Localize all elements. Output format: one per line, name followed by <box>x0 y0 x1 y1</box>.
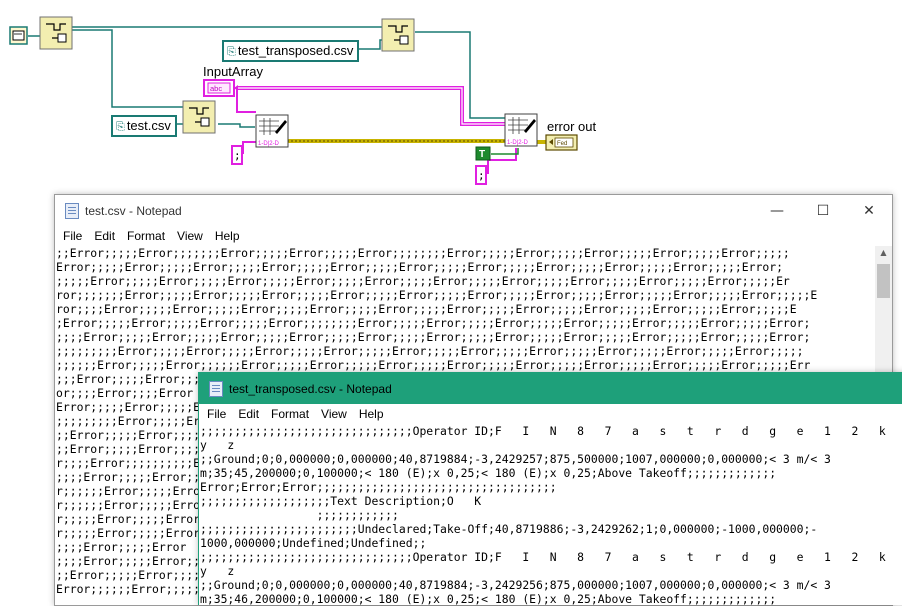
menu-help[interactable]: Help <box>209 229 246 243</box>
delimiter-constant-2[interactable]: ; <box>475 165 487 185</box>
window-title: test_transposed.csv - Notepad <box>229 381 392 396</box>
text-line: m;35;45,200000;0,100000;< 180 (E);x 0,25… <box>200 466 777 480</box>
boolean-true-constant[interactable]: T <box>475 146 491 161</box>
input-array-label: InputArray <box>203 64 263 79</box>
text-line: ;;;;;;Error;;;;;Error;;;;;;Error;;;;;Err… <box>56 358 811 372</box>
maximize-button[interactable]: ☐ <box>800 195 846 226</box>
text-line: ;;Ground;0;0,000000;0,000000;40,8719884;… <box>200 452 831 466</box>
menu-bar: File Edit Format View Help <box>55 226 892 246</box>
path-constant-text: test.csv <box>126 118 171 133</box>
text-line: ;;;;Error;;;;;Error;;;;;Error;;;;;Error;… <box>56 330 811 344</box>
build-path-node-3[interactable] <box>182 100 216 134</box>
svg-text:1-D|2-D: 1-D|2-D <box>507 140 529 146</box>
input-array-terminal[interactable]: abc <box>203 79 238 97</box>
text-editor[interactable]: ;;;;;;;;;;;;;;;;;;;;;;;;;;;;;;;Operator … <box>199 424 902 605</box>
path-constant-transposed[interactable]: ⎘ test_transposed.csv <box>222 40 360 62</box>
text-line: ;;Error;;;;;Error;;;;;;;Error;;;;;Error;… <box>56 246 790 260</box>
text-line: ;;;;;;;;;;;;;;;;;;;;;;;Undeclared;Take-O… <box>200 522 818 536</box>
text-line: ;;;;;;;;;;;;;;;;;;;;;;;;;;;;;;;Operator … <box>200 424 886 438</box>
text-line: ;;;;;Error;;;;;Error;;;;;Error;;;;;Error… <box>56 274 790 288</box>
build-path-node-1[interactable] <box>39 16 73 50</box>
scroll-thumb[interactable] <box>877 264 890 298</box>
window-title: test.csv - Notepad <box>85 203 182 218</box>
svg-text:Fed: Fed <box>557 141 567 147</box>
text-line: Error;;;;;Error;;;;;Error;;;;;Error;;;;;… <box>56 260 783 274</box>
menu-file[interactable]: File <box>201 407 232 421</box>
title-bar[interactable]: test.csv - Notepad — ☐ ✕ <box>55 195 892 226</box>
svg-text:T: T <box>479 149 485 160</box>
menu-file[interactable]: File <box>57 229 88 243</box>
text-line: ror;;;;Error;;;;;Error;;;;;Error;;;;;Err… <box>56 302 797 316</box>
notepad-window-test-transposed[interactable]: test_transposed.csv - Notepad File Edit … <box>198 372 902 605</box>
path-icon: ⎘ <box>116 121 125 133</box>
text-line: ;;;;;;;;;Error;;;;;Error;;;;;Error;;;;;E… <box>56 344 804 358</box>
text-line: ;Error;;;;;Error;;;;;Error;;;;;Error;;;;… <box>56 316 811 330</box>
text-line: Error;Error;Error;;;;;;;;;;;;;;;;;;;;;;;… <box>200 480 557 494</box>
text-line: ;;;;;;;;;;;;;;;;;;;;;;;;;;;;;;;Operator … <box>200 550 886 564</box>
text-line: y z <box>200 438 235 452</box>
text-line: m;35;46,200000;0,100000;< 180 (E);x 0,25… <box>200 592 777 605</box>
menu-edit[interactable]: Edit <box>88 229 121 243</box>
path-constant-icon[interactable] <box>9 26 28 45</box>
text-line: ;;;;;;;;;;;;;;;;;;;Text Description;O K <box>200 494 482 508</box>
menu-help[interactable]: Help <box>353 407 390 421</box>
title-bar[interactable]: test_transposed.csv - Notepad <box>199 373 902 404</box>
scroll-up-arrow-icon[interactable]: ▲ <box>875 248 892 257</box>
path-constant-text: test_transposed.csv <box>237 43 354 58</box>
menu-format[interactable]: Format <box>265 407 315 421</box>
notepad-icon <box>209 380 223 397</box>
svg-text:;: ; <box>234 149 241 162</box>
text-line: ;;;;;;;;;;;; <box>200 508 399 522</box>
text-line: ;;Ground;0;0,000000;0,000000;40,8719884;… <box>200 578 831 592</box>
path-constant-test[interactable]: ⎘ test.csv <box>111 115 177 137</box>
svg-text:;: ; <box>478 169 485 182</box>
build-path-node-2[interactable] <box>381 18 415 52</box>
minimize-button[interactable]: — <box>754 195 800 226</box>
text-line: ror;;;;;;;Error;;;;;Error;;;;;Error;;;;;… <box>56 288 818 302</box>
delimiter-constant-1[interactable]: ; <box>231 145 243 165</box>
write-spreadsheet-node-2[interactable]: 1-D|2-D <box>504 113 538 147</box>
labview-block-diagram: 1-D|2-D 1-D|2-D abc ; ; T Fed <box>9 16 578 185</box>
text-line: y z <box>200 564 235 578</box>
close-button[interactable]: ✕ <box>846 195 892 226</box>
menu-bar: File Edit Format View Help <box>199 404 902 424</box>
error-out-label: error out <box>547 119 597 134</box>
text-line: 1000,000000;Undefined;Undefined;; <box>200 536 427 550</box>
menu-format[interactable]: Format <box>121 229 171 243</box>
menu-view[interactable]: View <box>315 407 353 421</box>
svg-text:1-D|2-D: 1-D|2-D <box>258 141 280 147</box>
menu-view[interactable]: View <box>171 229 209 243</box>
path-icon: ⎘ <box>227 46 236 58</box>
error-out-indicator[interactable]: Fed <box>545 134 578 151</box>
svg-text:abc: abc <box>210 84 222 93</box>
notepad-icon <box>65 202 79 219</box>
menu-edit[interactable]: Edit <box>232 407 265 421</box>
write-spreadsheet-node-1[interactable]: 1-D|2-D <box>255 114 289 148</box>
